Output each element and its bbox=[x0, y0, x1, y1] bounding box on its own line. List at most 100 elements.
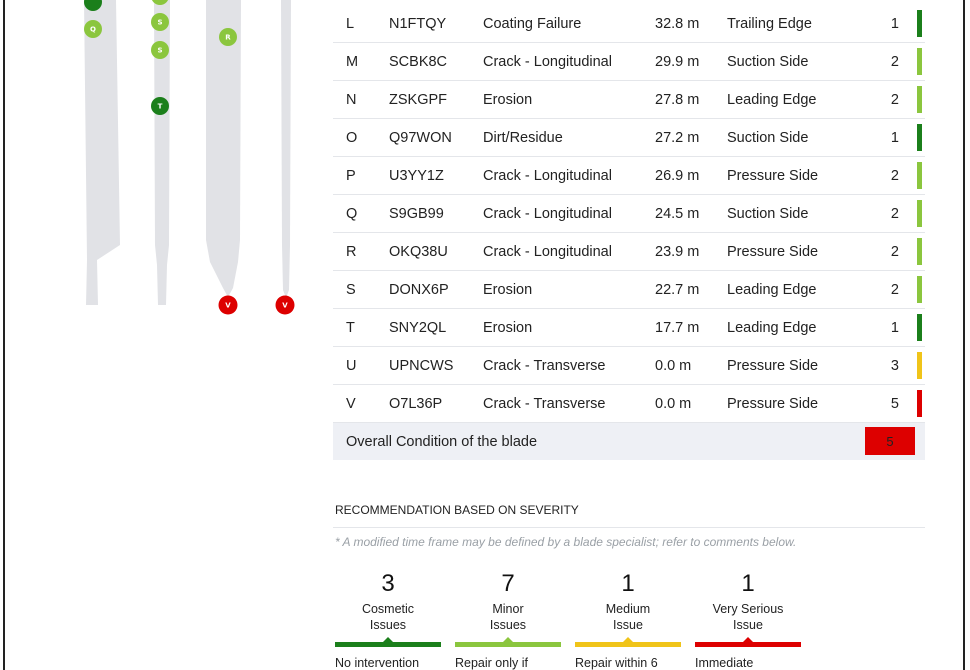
medium-count: 1 bbox=[621, 570, 635, 597]
medium-color-bar bbox=[575, 642, 681, 647]
finding-distance: 23.9 m bbox=[655, 243, 700, 260]
cosmetic-count: 3 bbox=[381, 570, 395, 597]
table-row[interactable]: V O7L36P Crack - Transverse 0.0 m Pressure S… bbox=[333, 385, 925, 423]
finding-location: Pressure Side bbox=[727, 357, 819, 374]
finding-letter: L bbox=[346, 15, 355, 32]
finding-severity: 1 bbox=[890, 319, 899, 336]
marker-v-blade-4[interactable]: V bbox=[275, 295, 295, 315]
svg-text:S: S bbox=[157, 47, 162, 55]
finding-type: Crack - Longitudinal bbox=[483, 205, 612, 222]
minor-label-2: Issues bbox=[489, 618, 527, 632]
table-row[interactable]: P U3YY1Z Crack - Longitudinal 26.9 m Pressur… bbox=[333, 157, 925, 195]
minor-color-bar bbox=[455, 642, 561, 647]
table-row[interactable]: O Q97WON Dirt/Residue 27.2 m Suction Side 1 bbox=[333, 119, 925, 157]
table-row[interactable]: S DONX6P Erosion 22.7 m Leading Edge 2 bbox=[333, 271, 925, 309]
svg-text:V: V bbox=[282, 302, 288, 310]
finding-id: U3YY1Z bbox=[389, 167, 444, 184]
severity-color-bar bbox=[917, 200, 922, 227]
svg-text:V: V bbox=[225, 302, 231, 310]
table-row[interactable]: L N1FTQY Coating Failure 32.8 m Trailing Edg… bbox=[333, 5, 925, 43]
severity-color-bar bbox=[917, 86, 922, 113]
very-serious-color-bar bbox=[695, 642, 801, 647]
finding-letter: Q bbox=[346, 205, 358, 222]
marker-q[interactable]: Q bbox=[84, 20, 102, 38]
cosmetic-action: No intervention bbox=[335, 656, 420, 670]
minor-action: Repair only if bbox=[455, 656, 528, 670]
finding-location: Suction Side bbox=[727, 129, 809, 146]
finding-type: Coating Failure bbox=[483, 15, 582, 32]
finding-letter: R bbox=[346, 243, 357, 260]
very-serious-label-1: Very Serious bbox=[712, 602, 784, 616]
finding-location: Pressure Side bbox=[727, 395, 819, 412]
overall-condition-badge: 5 bbox=[865, 427, 915, 455]
table-row[interactable]: R OKQ38U Crack - Longitudinal 23.9 m Pressur… bbox=[333, 233, 925, 271]
finding-letter: T bbox=[346, 319, 355, 336]
finding-letter: U bbox=[346, 357, 357, 374]
finding-severity: 2 bbox=[890, 167, 899, 184]
finding-location: Leading Edge bbox=[727, 319, 817, 336]
finding-id: DONX6P bbox=[389, 281, 449, 298]
very-serious-action: Immediate bbox=[695, 656, 754, 670]
finding-type: Dirt/Residue bbox=[483, 129, 563, 146]
very-serious-label-2: Issue bbox=[733, 618, 763, 632]
finding-severity: 2 bbox=[890, 281, 899, 298]
severity-color-bar bbox=[917, 276, 922, 303]
severity-color-bar bbox=[917, 48, 922, 75]
finding-type: Crack - Transverse bbox=[483, 357, 606, 374]
severity-color-bar bbox=[917, 162, 922, 189]
finding-id: SNY2QL bbox=[389, 319, 447, 336]
finding-severity: 2 bbox=[890, 205, 899, 222]
table-row[interactable]: M SCBK8C Crack - Longitudinal 29.9 m Suction… bbox=[333, 43, 925, 81]
finding-id: OKQ38U bbox=[389, 243, 448, 260]
finding-location: Suction Side bbox=[727, 205, 809, 222]
severity-card-cosmetic: 3 Cosmetic Issues No intervention bbox=[335, 570, 441, 670]
finding-type: Erosion bbox=[483, 319, 533, 336]
finding-letter: N bbox=[346, 91, 357, 108]
severity-card-minor: 7 Minor Issues Repair only if bbox=[455, 570, 561, 670]
recommendation-divider bbox=[333, 527, 925, 528]
marker-r[interactable]: R bbox=[219, 28, 237, 46]
marker-s-upper[interactable]: S bbox=[151, 13, 169, 31]
finding-letter: O bbox=[346, 129, 358, 146]
finding-type: Erosion bbox=[483, 281, 533, 298]
marker-t[interactable]: T bbox=[151, 97, 169, 115]
marker-v-blade-3[interactable]: V bbox=[218, 295, 238, 315]
finding-distance: 26.9 m bbox=[655, 167, 700, 184]
finding-severity: 2 bbox=[890, 243, 899, 260]
finding-id: SCBK8C bbox=[389, 53, 448, 70]
table-row[interactable]: U UPNCWS Crack - Transverse 0.0 m Pressure S… bbox=[333, 347, 925, 385]
finding-type: Erosion bbox=[483, 91, 533, 108]
table-row[interactable]: Q S9GB99 Crack - Longitudinal 24.5 m Suction… bbox=[333, 195, 925, 233]
finding-distance: 32.8 m bbox=[655, 15, 700, 32]
recommendation-title: RECOMMENDATION BASED ON SEVERITY bbox=[335, 503, 579, 517]
finding-severity: 5 bbox=[890, 395, 899, 412]
severity-color-bar bbox=[917, 238, 922, 265]
finding-id: Q97WON bbox=[389, 129, 452, 146]
overall-condition-label: Overall Condition of the blade bbox=[346, 433, 538, 450]
finding-type: Crack - Longitudinal bbox=[483, 53, 612, 70]
severity-card-very-serious: 1 Very Serious Issue Immediate bbox=[695, 570, 801, 670]
medium-label-2: Issue bbox=[613, 618, 643, 632]
table-row[interactable]: N ZSKGPF Erosion 27.8 m Leading Edge 2 bbox=[333, 81, 925, 119]
medium-label-1: Medium bbox=[605, 602, 651, 616]
minor-count: 7 bbox=[501, 570, 515, 597]
finding-severity: 3 bbox=[890, 357, 899, 374]
severity-card-medium: 1 Medium Issue Repair within 6 bbox=[575, 570, 681, 670]
overall-condition-row: Overall Condition of the blade 5 bbox=[333, 423, 925, 460]
marker-s-lower[interactable]: S bbox=[151, 41, 169, 59]
finding-letter: S bbox=[346, 281, 356, 298]
blade-diagram-svg: Q S S R T V V bbox=[84, 0, 295, 315]
table-row[interactable]: T SNY2QL Erosion 17.7 m Leading Edge 1 bbox=[333, 309, 925, 347]
finding-id: S9GB99 bbox=[389, 205, 444, 222]
recommendation-note: * A modified time frame may be defined b… bbox=[335, 535, 797, 549]
finding-distance: 22.7 m bbox=[655, 281, 700, 298]
finding-type: Crack - Transverse bbox=[483, 395, 606, 412]
finding-distance: 0.0 m bbox=[655, 357, 692, 374]
finding-id: UPNCWS bbox=[389, 357, 454, 374]
cosmetic-label-2: Issues bbox=[369, 618, 407, 632]
finding-location: Leading Edge bbox=[727, 281, 817, 298]
finding-severity: 1 bbox=[890, 15, 899, 32]
finding-id: N1FTQY bbox=[389, 15, 447, 32]
finding-location: Leading Edge bbox=[727, 91, 817, 108]
finding-severity: 1 bbox=[890, 129, 899, 146]
